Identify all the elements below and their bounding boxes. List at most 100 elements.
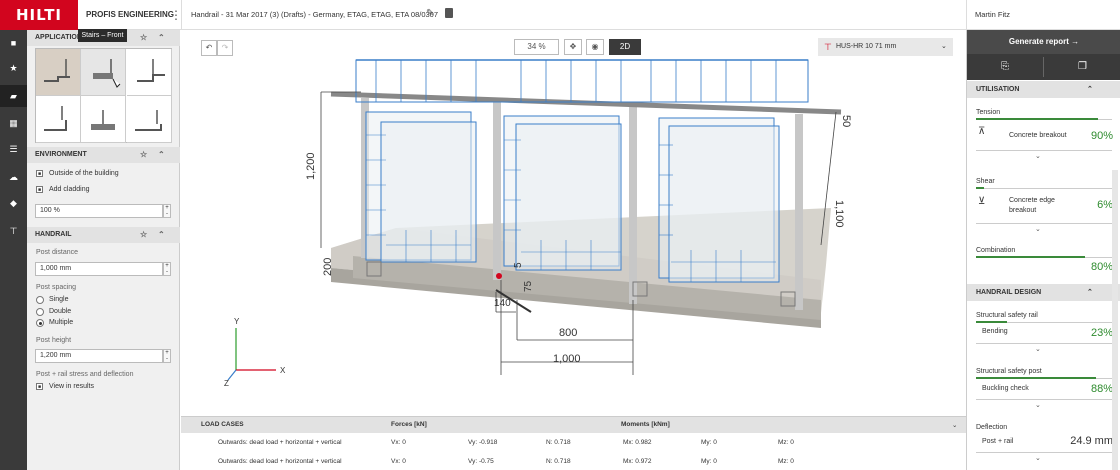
application-tile[interactable] <box>81 49 126 96</box>
percent-field[interactable]: 100 % <box>35 204 163 218</box>
concrete-edge-label: Concrete edge breakout <box>1009 197 1055 214</box>
load-cases-header[interactable]: LOAD CASES Forces [kN] Moments [kNm] ⌄ <box>181 417 966 433</box>
stairs-front-icon <box>93 59 121 88</box>
export-icon[interactable]: ⎘ <box>967 54 1043 80</box>
star-icon[interactable]: ☆ <box>140 30 147 46</box>
chevron-down-icon: ⌄ <box>941 43 947 50</box>
buckling-label: Buckling check <box>982 385 1029 392</box>
percent-stepper[interactable]: + - <box>163 204 171 218</box>
spacing-multiple-radio[interactable] <box>36 319 44 327</box>
axis-label: Y <box>234 317 240 326</box>
user-name[interactable]: Martin Fitz <box>975 10 1010 19</box>
edit-icon[interactable]: ✎ <box>426 8 434 19</box>
top-rail <box>330 91 842 115</box>
spacing-single-radio[interactable] <box>36 296 44 304</box>
viewport[interactable]: ↶ ↷ 34 % ✥ ◉ 2D 1,200 1,100 50 200 140 7… <box>181 30 966 416</box>
dim-label: 140 <box>494 298 511 309</box>
document-icon[interactable] <box>445 8 453 18</box>
application-grid <box>35 48 172 143</box>
divider <box>966 0 967 30</box>
dim-label: 1,100 <box>833 200 845 228</box>
utilisation-header[interactable]: UTILISATION ⌃ <box>967 81 1120 98</box>
dim-label: 5 <box>513 262 524 268</box>
chevron-down-icon[interactable]: ⌄ <box>1035 345 1041 353</box>
chevron-up-icon[interactable]: ⌃ <box>1087 81 1093 98</box>
chevron-down-icon[interactable]: ⌄ <box>1035 225 1041 233</box>
mz-value: Mz: 0 <box>778 439 794 446</box>
star-icon[interactable]: ☆ <box>140 227 147 243</box>
copy-icon[interactable]: ❐ <box>1044 54 1120 80</box>
shield-icon[interactable]: ◆ <box>0 192 27 214</box>
bending-label: Bending <box>982 328 1008 335</box>
arrow-right-icon: → <box>1071 37 1080 46</box>
more-vertical-icon[interactable]: ⋮ <box>170 8 182 22</box>
forces-header: Forces [kN] <box>391 421 427 428</box>
n-value: N: 0.718 <box>546 458 571 465</box>
hilti-logo[interactable]: HILTI <box>0 0 78 30</box>
anchor-icon[interactable]: ⊤ <box>0 220 27 242</box>
chevron-up-icon[interactable]: ⌃ <box>158 227 165 243</box>
calculator-icon[interactable]: ▦ <box>0 112 27 134</box>
load-case-name: Outwards: dead load + horizontal + verti… <box>218 458 342 465</box>
3d-model[interactable]: 1,200 1,100 50 200 140 75 5 800 1,000 Y … <box>181 30 966 416</box>
chevron-up-icon[interactable]: ⌃ <box>158 147 165 163</box>
spacing-double-radio[interactable] <box>36 308 44 316</box>
outside-label: Outside of the building <box>49 170 119 177</box>
post-distance-field[interactable]: 1,000 mm <box>35 262 163 276</box>
combination-label: Combination <box>976 247 1016 254</box>
ruler-icon[interactable]: ▰ <box>0 85 27 107</box>
concrete-edge-pct: 6% <box>1097 199 1113 211</box>
application-tile[interactable] <box>127 96 172 143</box>
cladding-checkbox[interactable]: ■ <box>36 186 43 193</box>
post-height-field[interactable]: 1,200 mm <box>35 349 163 363</box>
axis-label: Z <box>224 379 229 388</box>
divider <box>976 150 1112 151</box>
environment-header[interactable]: ENVIRONMENT ☆ ⌃ <box>27 147 180 163</box>
post-height-stepper[interactable]: + - <box>163 349 171 363</box>
slab-front-icon <box>91 110 115 130</box>
application-tile[interactable] <box>127 49 172 96</box>
scrollbar[interactable] <box>1112 170 1118 470</box>
anchor-dropdown[interactable]: ⊤ HUS-HR 10 71 mm ⌄ <box>818 38 953 56</box>
report-actions: ⎘ ❐ <box>967 54 1120 80</box>
divider <box>976 399 1112 400</box>
application-tile[interactable] <box>81 96 126 143</box>
list-icon[interactable]: ☰ <box>0 138 27 160</box>
view-results-checkbox[interactable]: ■ <box>36 383 43 390</box>
tension-label: Tension <box>976 109 1001 116</box>
safety-post-label: Structural safety post <box>976 368 1042 375</box>
table-row[interactable]: Outwards: dead load + horizontal + verti… <box>181 435 966 451</box>
vx-value: Vx: 0 <box>391 458 406 465</box>
z-axis <box>227 369 237 381</box>
post-distance-stepper[interactable]: + - <box>163 262 171 276</box>
tooltip: Stairs – Front <box>78 29 127 42</box>
n-value: N: 0.718 <box>546 439 571 446</box>
star-icon[interactable]: ★ <box>0 57 27 79</box>
cloud-icon[interactable]: ☁ <box>0 166 27 188</box>
vy-value: Vy: -0.918 <box>468 439 498 446</box>
chevron-up-icon[interactable]: ⌃ <box>1087 284 1093 301</box>
outside-checkbox[interactable]: ■ <box>36 170 43 177</box>
buckling-pct: 88% <box>1090 383 1113 395</box>
chevron-up-icon[interactable]: ⌃ <box>158 30 165 46</box>
mx-value: Mx: 0.982 <box>623 439 652 446</box>
my-value: My: 0 <box>701 458 717 465</box>
deflection-value: 24.9 mm <box>1070 435 1113 447</box>
view-results-label: View in results <box>49 383 95 390</box>
chevron-down-icon[interactable]: ⌄ <box>1035 454 1041 462</box>
chevron-down-icon[interactable]: ⌄ <box>1035 401 1041 409</box>
star-icon[interactable]: ☆ <box>140 147 147 163</box>
section-title: UTILISATION <box>976 86 1020 93</box>
handrail-header[interactable]: HANDRAIL ☆ ⌃ <box>27 227 180 243</box>
post <box>493 98 501 280</box>
post <box>795 114 803 310</box>
generate-report-button[interactable]: Generate report → <box>967 30 1120 54</box>
chevron-down-icon[interactable]: ⌄ <box>1035 152 1041 160</box>
home-icon[interactable]: ■ <box>0 32 27 54</box>
concrete-edge-icon: ⊻ <box>978 196 986 207</box>
application-tile[interactable] <box>36 49 81 96</box>
table-row[interactable]: Outwards: dead load + horizontal + verti… <box>181 454 966 470</box>
handrail-design-header[interactable]: HANDRAIL DESIGN ⌃ <box>967 284 1120 301</box>
chevron-down-icon[interactable]: ⌄ <box>952 421 957 429</box>
application-tile[interactable] <box>36 96 81 143</box>
